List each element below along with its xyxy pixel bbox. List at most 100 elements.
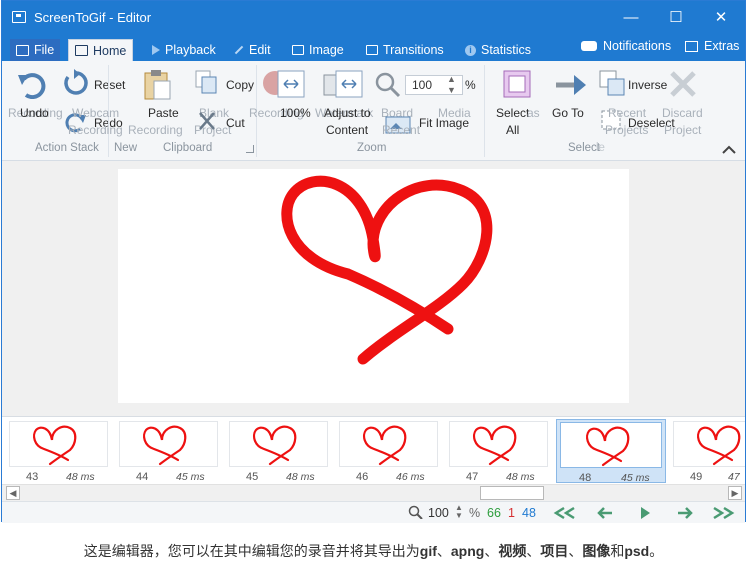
first-frame-icon[interactable] — [552, 506, 578, 520]
close-button[interactable]: ✕ — [704, 5, 738, 31]
scroll-thumb[interactable] — [480, 486, 544, 500]
tab-file[interactable]: File — [10, 39, 61, 61]
frame-thumbnail — [339, 421, 438, 467]
pencil-icon — [234, 45, 244, 55]
ribbon: Recording Undo Reset Redo Action Stack W… — [2, 61, 745, 161]
frame-number: 49 — [690, 471, 703, 483]
go-to-button[interactable]: Go To — [552, 106, 584, 120]
webcam-button[interactable]: Webcam — [72, 106, 119, 120]
frame-delay: 48 ms — [286, 471, 315, 483]
frame-strip: 43 48 ms 44 45 ms 45 48 ms 46 46 ms 47 4… — [2, 416, 745, 484]
frame-item[interactable]: 49 47 — [670, 419, 745, 483]
discard-project-button[interactable]: Discard — [662, 106, 703, 120]
minimize-button[interactable]: — — [614, 5, 648, 31]
play-icon — [152, 45, 160, 55]
caption-format-project: 项目 — [540, 543, 569, 559]
cut-button[interactable]: Cut — [226, 116, 245, 130]
tab-edit[interactable]: Edit — [228, 39, 277, 61]
frame-delay: 45 ms — [176, 471, 205, 483]
copy-button[interactable]: Copy — [226, 78, 254, 92]
home-icon — [75, 45, 88, 56]
frame-thumbnail — [673, 421, 745, 467]
zoom-100-button[interactable]: 100% — [280, 106, 311, 120]
status-bar: 100 ▲ ▼ % 66 1 48 — [2, 501, 745, 523]
tab-playback[interactable]: Playback — [146, 39, 222, 61]
ghost-recent-label: Recent — [382, 123, 421, 137]
frame-item[interactable]: 44 45 ms — [116, 419, 220, 483]
maximize-button[interactable]: ☐ — [659, 5, 693, 31]
info-icon: i — [465, 44, 476, 56]
ghost-le-label: le — [596, 142, 605, 154]
frame-item[interactable]: 43 48 ms — [6, 419, 110, 483]
frame-thumbnail — [229, 421, 328, 467]
inverse-button[interactable]: Inverse — [628, 78, 667, 92]
zoom-unit: % — [465, 78, 476, 92]
frame-item[interactable]: 47 48 ms — [446, 419, 550, 483]
frame-scrollbar[interactable]: ◀ ▶ — [2, 484, 745, 501]
notification-bubble-icon — [581, 41, 597, 51]
zoom-100-icon — [263, 70, 305, 98]
collapse-ribbon-icon[interactable] — [721, 145, 737, 155]
scroll-right-button[interactable]: ▶ — [728, 486, 742, 500]
go-to-icon — [556, 75, 586, 95]
status-zoom-unit: % — [469, 506, 481, 520]
extras-button[interactable]: Extras — [685, 39, 739, 53]
caption-format-gif: gif — [419, 543, 437, 559]
tab-transitions[interactable]: Transitions — [360, 39, 450, 61]
current-frame-number: 48 — [522, 506, 536, 520]
scroll-left-button[interactable]: ◀ — [6, 486, 20, 500]
tab-image[interactable]: Image — [286, 39, 350, 61]
select-all-label-2: All — [506, 123, 520, 137]
ghost-as-label: as — [527, 106, 540, 120]
clipboard-dialog-launcher[interactable] — [246, 145, 254, 153]
inverse-icon — [599, 70, 625, 96]
extras-label: Extras — [704, 39, 740, 53]
status-zoom-value[interactable]: 100 — [428, 506, 449, 520]
tab-edit-label: Edit — [249, 43, 271, 57]
editor-canvas — [2, 161, 745, 416]
scissors-icon — [199, 112, 215, 130]
select-all-icon — [503, 70, 531, 98]
media-button[interactable]: Media — [438, 106, 471, 120]
tab-transitions-label: Transitions — [383, 43, 444, 57]
zoom-stepper-down[interactable]: ▼ — [447, 85, 456, 95]
paste-button[interactable]: Paste — [148, 106, 179, 120]
undo-button[interactable]: Undo — [20, 106, 49, 120]
frame-item[interactable]: 45 48 ms — [226, 419, 330, 483]
play-icon[interactable] — [638, 506, 652, 520]
frame-item-selected[interactable]: 48 45 ms — [556, 419, 666, 484]
status-zoom-stepper[interactable]: ▲ ▼ — [455, 504, 463, 520]
reset-icon — [64, 69, 88, 95]
tab-image-label: Image — [309, 43, 344, 57]
next-frame-icon[interactable] — [676, 506, 694, 520]
ribbon-tab-bar: File Home Playback Edit Image Transition… — [2, 35, 745, 61]
frame-delay: 48 ms — [506, 471, 535, 483]
select-all-button[interactable]: Select — [496, 106, 529, 120]
frame-thumbnail — [449, 421, 548, 467]
total-frames-count: 66 — [487, 506, 501, 520]
group-separator — [484, 65, 485, 157]
frame-number: 44 — [136, 471, 149, 483]
reset-button[interactable]: Reset — [94, 78, 125, 92]
frame-preview[interactable] — [118, 169, 629, 403]
discard-icon — [670, 71, 696, 97]
notifications-button[interactable]: Notifications — [581, 39, 671, 53]
adjust-to-content-icon — [323, 70, 363, 98]
zoom-magnifier-icon — [375, 72, 401, 98]
undo-icon — [18, 73, 46, 99]
zoom-stepper-up[interactable]: ▲ — [447, 74, 456, 84]
frame-delay: 47 — [728, 471, 740, 483]
board-recording-label: Recording — [128, 123, 183, 137]
discard-project-label-2: Project — [664, 123, 702, 137]
tab-statistics[interactable]: i Statistics — [459, 39, 537, 61]
tab-home[interactable]: Home — [68, 39, 134, 61]
save-icon — [16, 44, 29, 56]
transitions-icon — [366, 45, 378, 55]
adjust-to-content-button[interactable]: Adjust to — [324, 106, 371, 120]
tab-file-label: File — [34, 43, 55, 57]
previous-frame-icon[interactable] — [596, 506, 614, 520]
frame-item[interactable]: 46 46 ms — [336, 419, 440, 483]
extras-icon — [685, 40, 698, 52]
last-frame-icon[interactable] — [710, 506, 736, 520]
caption-format-video: 视频 — [498, 543, 527, 559]
